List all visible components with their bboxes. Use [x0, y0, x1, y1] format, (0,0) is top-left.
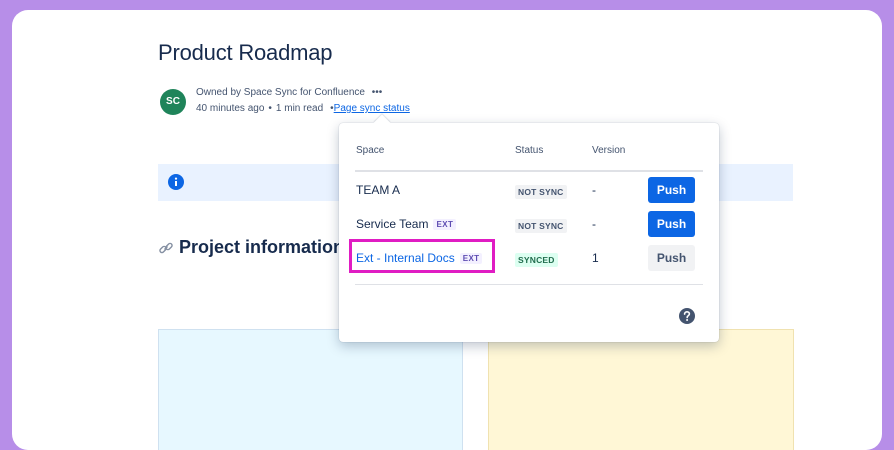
avatar[interactable]: SC: [160, 89, 186, 115]
col-header-version: Version: [592, 145, 626, 156]
panel-blue: [158, 329, 463, 450]
push-button[interactable]: Push: [648, 211, 695, 237]
info-circle-icon: [168, 174, 184, 190]
space-name-text: Service Team: [356, 217, 429, 231]
more-actions-icon[interactable]: •••: [372, 87, 383, 98]
space-name: TEAM A: [356, 183, 400, 197]
push-button[interactable]: Push: [648, 245, 695, 271]
read-time: 1 min read: [275, 103, 324, 114]
version-value: -: [592, 217, 596, 231]
meta-line: 40 minutes ago • 1 min read • Page sync …: [196, 101, 410, 117]
space-name-text: TEAM A: [356, 183, 401, 197]
highlight-box: [349, 239, 495, 273]
version-value: -: [592, 183, 596, 197]
question-circle-icon[interactable]: [678, 307, 696, 325]
space-name: Service Team EXT: [356, 217, 457, 231]
status-badge: NOT SYNC: [515, 185, 567, 199]
separator: •: [268, 103, 272, 114]
col-header-space: Space: [356, 145, 385, 156]
time-ago: 40 minutes ago: [196, 103, 265, 114]
owner-line: Owned by Space Sync for Confluence •••: [196, 85, 410, 101]
owner-text: Owned by Space Sync for Confluence: [196, 87, 365, 98]
page-frame: Product Roadmap SC Owned by Space Sync f…: [12, 10, 882, 450]
sync-row-service-team: Service Team EXT NOT SYNC - Push: [339, 208, 719, 240]
header-divider: [355, 170, 703, 172]
link-icon[interactable]: [158, 240, 174, 256]
section-heading: Project information: [158, 237, 344, 258]
page-sync-status-popup: Space Status Version TEAM A NOT SYNC - P…: [339, 114, 719, 342]
page-title: Product Roadmap: [158, 40, 333, 65]
panel-yellow: [488, 329, 794, 450]
status-badge: SYNCED: [515, 253, 558, 267]
status-badge: NOT SYNC: [515, 219, 567, 233]
push-button[interactable]: Push: [648, 177, 695, 203]
col-header-status: Status: [515, 145, 544, 156]
version-value: 1: [592, 251, 599, 265]
ext-badge: EXT: [433, 218, 457, 230]
sync-row-team-a: TEAM A NOT SYNC - Push: [339, 174, 719, 206]
page-sync-status-link[interactable]: Page sync status: [334, 101, 410, 117]
footer-divider: [355, 284, 703, 285]
byline: Owned by Space Sync for Confluence ••• 4…: [196, 85, 410, 117]
popup-caret: [373, 114, 391, 132]
section-heading-text: Project information: [179, 237, 345, 257]
